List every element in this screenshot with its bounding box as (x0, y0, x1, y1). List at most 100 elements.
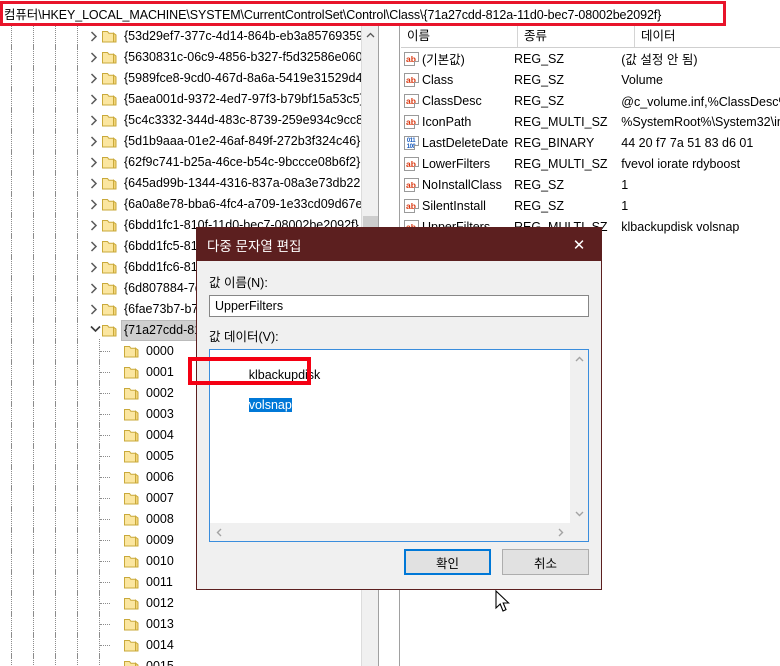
scroll-up-icon[interactable] (570, 350, 588, 368)
chevron-right-icon[interactable] (88, 215, 102, 236)
textarea-horizontal-scrollbar[interactable] (210, 523, 570, 541)
cancel-button[interactable]: 취소 (502, 549, 589, 575)
tree-item-5d1b9aaa-01e[interactable]: {5d1b9aaa-01e2-46af-849f-272b3f324c46} (0, 129, 378, 154)
dialog-title-bar[interactable]: 다중 문자열 편집 ✕ (197, 228, 601, 261)
dialog-title-text: 다중 문자열 편집 (207, 238, 302, 254)
tree-item-62f9c741-b25[interactable]: {62f9c741-b25a-46ce-b54c-9bccce08b6f2} (0, 150, 378, 175)
column-header-data[interactable]: 데이터 (635, 26, 780, 47)
value-list-row[interactable]: 011 100 LastDeleteDate REG_BINARY 44 20 f7 7… (401, 132, 780, 153)
tree-leaf-spacer (110, 593, 124, 614)
value-list-row[interactable]: ab ClassDesc REG_SZ @c_volume.inf,%ClassDes… (401, 90, 780, 111)
tree-leaf-spacer (110, 614, 124, 635)
tree-item-5989fce8-9cd[interactable]: {5989fce8-9cd0-467d-8a6a-5419e31529d4} (0, 66, 378, 91)
value-list-row[interactable]: ab LowerFilters REG_MULTI_SZ fvevol iorate … (401, 153, 780, 174)
tree-leaf-spacer (110, 362, 124, 383)
folder-icon (102, 282, 118, 295)
tree-item-53d29ef7-377[interactable]: {53d29ef7-377c-4d14-864b-eb3a85769359} (0, 26, 378, 49)
folder-icon (102, 135, 118, 148)
tree-item-label: {5989fce8-9cd0-467d-8a6a-5419e31529d4} (124, 71, 367, 85)
tree-indent (0, 318, 88, 343)
tree-indent (0, 381, 110, 406)
folder-icon (124, 345, 140, 358)
value-name-text: LowerFilters (422, 156, 491, 171)
folder-icon (124, 597, 140, 610)
tree-item-5c4c3332-344[interactable]: {5c4c3332-344d-483c-8739-259e934c9cc8} (0, 108, 378, 133)
tree-item-645ad99b-134[interactable]: {645ad99b-1344-4316-837a-08a3e73db222} (0, 171, 378, 196)
chevron-right-icon[interactable] (88, 236, 102, 257)
chevron-down-icon[interactable] (88, 320, 102, 341)
chevron-right-icon[interactable] (88, 110, 102, 131)
tree-item-0015[interactable]: 0015 (0, 654, 378, 666)
chevron-right-icon[interactable] (88, 194, 102, 215)
tree-item-label: {5c4c3332-344d-483c-8739-259e934c9cc8} (124, 113, 368, 127)
tree-item-label: 0000 (146, 344, 174, 358)
tree-item-5630831c-06c[interactable]: {5630831c-06c9-4856-b327-f5d32586e060} (0, 45, 378, 70)
value-data-textarea[interactable]: klbackupdisk volsnap (209, 349, 589, 542)
value-name-input[interactable] (209, 295, 589, 317)
tree-item-label: {53d29ef7-377c-4d14-864b-eb3a85769359} (124, 29, 368, 43)
column-header-type[interactable]: 종류 (518, 26, 635, 47)
tree-item-6a0a8e78-bba[interactable]: {6a0a8e78-bba6-4fc4-a709-1e33cd09d67e} (0, 192, 378, 217)
folder-icon (102, 30, 118, 43)
chevron-right-icon[interactable] (88, 26, 102, 47)
tree-item-0012[interactable]: 0012 (0, 591, 378, 616)
value-name-text: NoInstallClass (422, 177, 502, 192)
scroll-left-icon[interactable] (210, 523, 228, 541)
value-list-row[interactable]: ab Class REG_SZ Volume (401, 69, 780, 90)
tree-item-label: {5d1b9aaa-01e2-46af-849f-272b3f324c46} (124, 134, 361, 148)
value-name-cell: ab IconPath (401, 114, 508, 129)
value-list-header: 이름 종류 데이터 (401, 26, 780, 48)
chevron-right-icon[interactable] (88, 131, 102, 152)
tree-indent (0, 444, 110, 469)
value-data-cell: 1 (621, 177, 629, 192)
folder-icon (124, 387, 140, 400)
string-value-icon: ab (404, 51, 419, 66)
chevron-right-icon[interactable] (88, 257, 102, 278)
value-list-row[interactable]: ab SilentInstall REG_SZ 1 (401, 195, 780, 216)
tree-indent (0, 45, 88, 70)
chevron-right-icon[interactable] (88, 173, 102, 194)
binary-value-icon: 011 100 (404, 135, 419, 150)
scroll-down-icon[interactable] (570, 505, 588, 523)
tree-item-label: 0013 (146, 617, 174, 631)
value-list-row[interactable]: ab IconPath REG_MULTI_SZ %SystemRoot%\Syste… (401, 111, 780, 132)
folder-icon (102, 303, 118, 316)
ok-button[interactable]: 확인 (404, 549, 491, 575)
tree-item-label: 0014 (146, 638, 174, 652)
tree-item-5aea001d-937[interactable]: {5aea001d-9372-4ed7-97f3-b79bf15a53c5} (0, 87, 378, 112)
chevron-right-icon[interactable] (88, 278, 102, 299)
chevron-right-icon[interactable] (88, 299, 102, 320)
column-header-name[interactable]: 이름 (401, 26, 518, 47)
chevron-right-icon[interactable] (88, 89, 102, 110)
folder-icon (102, 219, 118, 232)
chevron-right-icon[interactable] (88, 68, 102, 89)
tree-item-label: {5aea001d-9372-4ed7-97f3-b79bf15a53c5} (124, 92, 364, 106)
value-list-row[interactable]: ab (기본값) REG_SZ (값 설정 안 됨) (401, 48, 780, 69)
tree-item-label: 0004 (146, 428, 174, 442)
close-icon[interactable]: ✕ (557, 228, 601, 261)
tree-item-0014[interactable]: 0014 (0, 633, 378, 658)
value-name-cell: ab ClassDesc (401, 93, 508, 108)
tree-item-0013[interactable]: 0013 (0, 612, 378, 637)
textarea-vertical-scrollbar[interactable] (570, 350, 588, 523)
tree-indent (0, 171, 88, 196)
value-data-cell: @c_volume.inf,%ClassDesc%;볼륨 (621, 95, 780, 109)
value-type-cell: REG_MULTI_SZ (514, 156, 608, 171)
tree-item-label: 0009 (146, 533, 174, 547)
tree-indent (0, 192, 88, 217)
address-bar[interactable]: 컴퓨터\HKEY_LOCAL_MACHINE\SYSTEM\CurrentCon… (0, 0, 780, 26)
scroll-right-icon[interactable] (552, 523, 570, 541)
folder-icon (102, 51, 118, 64)
value-data-lines[interactable]: klbackupdisk volsnap (210, 350, 570, 523)
value-data-cell: %SystemRoot%\System32\imageres.dll,-32 (621, 114, 780, 129)
chevron-right-icon[interactable] (88, 47, 102, 68)
chevron-right-icon[interactable] (88, 152, 102, 173)
value-name-cell: ab NoInstallClass (401, 177, 508, 192)
folder-icon (102, 240, 118, 253)
scroll-up-icon[interactable] (362, 26, 378, 43)
value-list-row[interactable]: ab NoInstallClass REG_SZ 1 (401, 174, 780, 195)
value-data-label: 값 데이터(V): (209, 330, 279, 344)
tree-indent (0, 360, 110, 385)
tree-indent (0, 654, 110, 666)
tree-indent (0, 87, 88, 112)
